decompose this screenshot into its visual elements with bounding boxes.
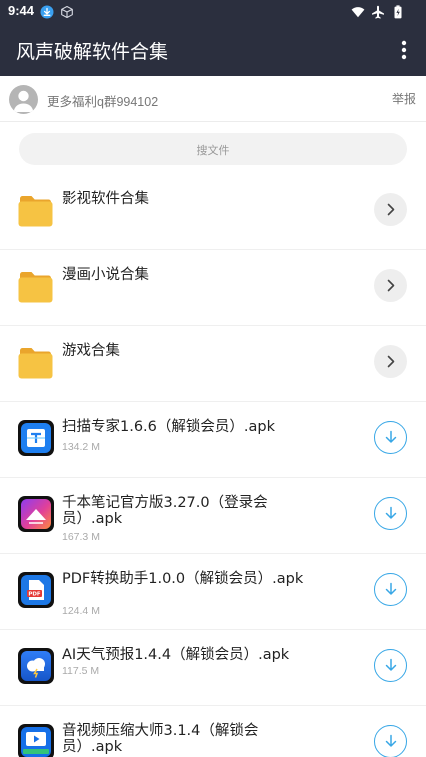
video-compress-app-icon <box>18 724 54 757</box>
owner-name: 更多福利q群994102 <box>47 95 159 109</box>
open-folder-button[interactable] <box>374 269 407 302</box>
app-bar: 风声破解软件合集 <box>0 24 426 76</box>
airplane-icon <box>372 5 384 19</box>
open-folder-button[interactable] <box>374 345 407 378</box>
file-name: AI天气预报1.4.4（解锁会员）.apk <box>62 647 290 663</box>
folder-name: 漫画小说合集 <box>62 267 149 283</box>
chevron-right-icon <box>387 203 395 216</box>
folder-name: 影视软件合集 <box>62 191 149 207</box>
notebook-app-icon <box>18 496 54 532</box>
file-name: 千本笔记官方版3.27.0（登录会员）.apk <box>62 495 268 527</box>
file-item[interactable]: PDF PDF转换助手1.0.0（解锁会员）.apk 124.4 M <box>0 554 426 630</box>
weather-app-icon <box>18 648 54 684</box>
folder-name: 游戏合集 <box>62 343 120 359</box>
status-time: 9:44 <box>8 3 35 18</box>
file-name: 音视频压缩大师3.1.4（解锁会员）.apk <box>62 723 259 755</box>
status-bar: 9:44 <box>0 0 426 24</box>
more-options-button[interactable] <box>390 35 418 65</box>
report-link[interactable]: 举报 <box>392 90 416 107</box>
app-title: 风声破解软件合集 <box>16 41 169 63</box>
folder-item[interactable]: 游戏合集 <box>0 326 426 402</box>
wifi-icon <box>351 7 365 18</box>
download-icon <box>385 430 397 443</box>
folder-icon <box>18 272 53 303</box>
download-icon <box>40 5 54 19</box>
battery-icon <box>394 5 402 19</box>
download-icon <box>385 734 397 747</box>
chevron-right-icon <box>387 355 395 368</box>
file-size: 117.5 M <box>62 665 100 677</box>
scanner-app-icon <box>18 420 54 456</box>
pdf-app-icon: PDF <box>18 572 54 608</box>
more-vert-icon <box>401 40 407 60</box>
download-button[interactable] <box>374 573 407 606</box>
download-button[interactable] <box>374 421 407 454</box>
file-name: PDF转换助手1.0.0（解锁会员）.apk <box>62 571 304 587</box>
download-button[interactable] <box>374 725 407 757</box>
download-icon <box>385 506 397 519</box>
search-placeholder: 搜文件 <box>196 144 230 157</box>
download-icon <box>385 658 397 671</box>
avatar[interactable] <box>9 85 38 114</box>
download-icon <box>385 582 397 595</box>
share-owner-row: 更多福利q群994102 举报 <box>0 76 426 122</box>
file-item[interactable]: AI天气预报1.4.4（解锁会员）.apk 117.5 M <box>0 630 426 706</box>
open-folder-button[interactable] <box>374 193 407 226</box>
file-item[interactable]: 扫描专家1.6.6（解锁会员）.apk 134.2 M <box>0 402 426 478</box>
folder-item[interactable]: 漫画小说合集 <box>0 250 426 326</box>
chevron-right-icon <box>387 279 395 292</box>
package-icon <box>61 5 73 19</box>
file-size: 134.2 M <box>62 441 100 453</box>
folder-icon <box>18 196 53 227</box>
folder-icon <box>18 348 53 379</box>
file-item[interactable]: 千本笔记官方版3.27.0（登录会员）.apk 167.3 M <box>0 478 426 554</box>
download-button[interactable] <box>374 649 407 682</box>
file-name: 扫描专家1.6.6（解锁会员）.apk <box>62 419 275 435</box>
file-size: 124.4 M <box>62 605 100 617</box>
file-item[interactable]: 音视频压缩大师3.1.4（解锁会员）.apk <box>0 706 426 757</box>
folder-item[interactable]: 影视软件合集 <box>0 174 426 250</box>
search-input[interactable]: 搜文件 <box>19 133 407 165</box>
download-button[interactable] <box>374 497 407 530</box>
svg-text:PDF: PDF <box>28 592 41 598</box>
user-icon <box>13 90 34 112</box>
file-size: 167.3 M <box>62 531 100 543</box>
